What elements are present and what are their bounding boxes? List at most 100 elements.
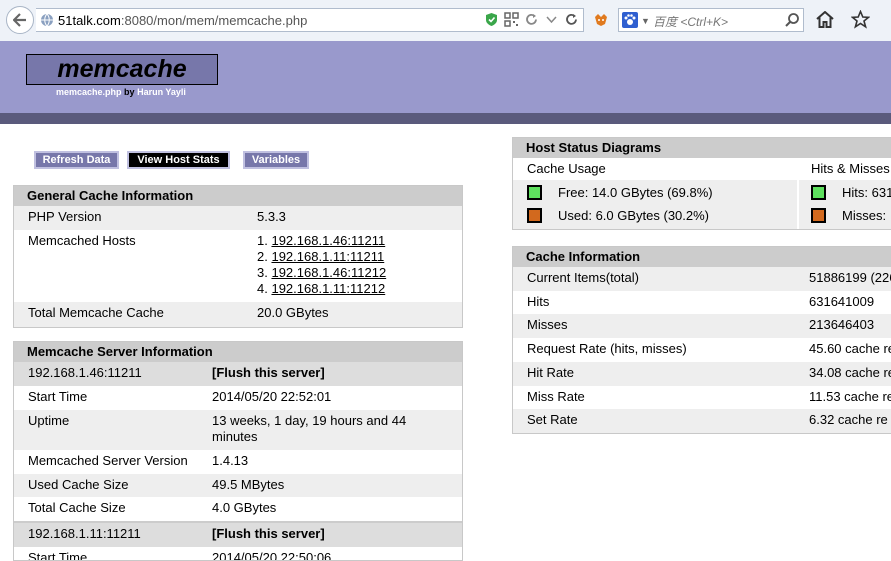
start-time-value: 2014/05/20 22:50:06	[212, 550, 332, 561]
hosts-list: 1. 192.168.1.46:11211 2. 192.168.1.11:11…	[257, 233, 386, 297]
back-arrow-icon	[13, 13, 26, 27]
server-host: 192.168.1.46:11211	[28, 365, 142, 380]
start-time-label: Start Time	[28, 389, 88, 404]
url-text: 51talk.com:8080/mon/mem/memcache.php	[58, 13, 308, 28]
free-legend: Free: 14.0 GBytes (69.8%)	[558, 185, 713, 200]
table-row: Miss Rate 11.53 cache re	[513, 385, 891, 410]
php-version-label: PHP Version	[28, 209, 102, 224]
reload-icon[interactable]	[524, 12, 539, 27]
back-button[interactable]	[6, 6, 34, 34]
diagram-header-row: Cache Usage Hits & Misses	[513, 158, 891, 180]
table-row: Request Rate (hits, misses) 45.60 cache r…	[513, 338, 891, 363]
used-cache-value: 49.5 MBytes	[212, 477, 285, 492]
refresh-icon[interactable]	[564, 12, 579, 27]
table-row: Total Memcache Cache 20.0 GBytes	[14, 302, 462, 327]
table-row: Hits 631641009	[513, 290, 891, 315]
misses-legend: Misses:	[842, 208, 887, 223]
server-version-value: 1.4.13	[212, 453, 249, 468]
table-row: Hit Rate 34.08 cache re	[513, 361, 891, 386]
logo: memcache	[26, 54, 218, 85]
cache-info-value: 6.32 cache re	[809, 412, 888, 428]
search-icon[interactable]	[784, 12, 800, 28]
qr-code-icon[interactable]	[504, 12, 519, 27]
cache-info-label: Misses	[527, 317, 568, 333]
memcached-hosts-label: Memcached Hosts	[28, 233, 136, 248]
hits-swatch	[811, 185, 826, 200]
cache-info-value: 45.60 cache re	[809, 341, 891, 357]
general-cache-info-title: General Cache Information	[14, 186, 462, 206]
host-link[interactable]: 192.168.1.46:11212	[271, 265, 386, 280]
cache-info-label: Miss Rate	[527, 388, 585, 404]
table-row: Start Time 2014/05/20 22:52:01	[14, 386, 462, 410]
engine-dropdown-icon[interactable]: ▼	[641, 16, 650, 26]
browser-toolbar: 51talk.com:8080/mon/mem/memcache.php ▼ 百…	[0, 0, 891, 42]
free-swatch	[527, 185, 542, 200]
variables-button[interactable]: Variables	[243, 151, 309, 169]
table-row: Uptime 13 weeks, 1 day, 19 hours and 44 …	[14, 410, 462, 450]
refresh-data-button[interactable]: Refresh Data	[34, 151, 119, 169]
host-link[interactable]: 192.168.1.11:11212	[271, 281, 385, 296]
start-time-label: Start Time	[28, 550, 88, 561]
php-version-value: 5.3.3	[257, 209, 286, 224]
flush-server-link[interactable]: [Flush this server]	[212, 526, 325, 541]
host-status-diagrams-table: Host Status Diagrams Cache Usage Hits & …	[512, 137, 891, 230]
search-box[interactable]: ▼ 百度 <Ctrl+K>	[618, 8, 804, 32]
cache-info-label: Set Rate	[527, 412, 578, 428]
host-item: 4. 192.168.1.11:11212	[257, 281, 386, 296]
cache-info-table: Cache Information Current Items(total) 51…	[512, 246, 891, 434]
cache-info-value: 631641009	[809, 293, 875, 309]
hits-misses-label: Hits & Misses	[811, 161, 890, 176]
host-item: 3. 192.168.1.46:11212	[257, 265, 387, 280]
total-cache-label: Total Cache Size	[28, 500, 126, 515]
total-memcache-label: Total Memcache Cache	[28, 305, 164, 320]
search-input[interactable]: 百度 <Ctrl+K>	[653, 13, 728, 30]
start-time-value: 2014/05/20 22:52:01	[212, 389, 332, 404]
uptime-value: 13 weeks, 1 day, 19 hours and 44 minutes	[212, 413, 407, 444]
host-link[interactable]: 192.168.1.46:11211	[271, 233, 385, 248]
used-legend: Used: 6.0 GBytes (30.2%)	[558, 208, 710, 223]
hits-legend: Hits: 631	[842, 185, 891, 200]
host-item: 1. 192.168.1.46:11211	[257, 233, 386, 248]
table-row: Total Cache Size 4.0 GBytes	[14, 497, 462, 521]
address-bar[interactable]: 51talk.com:8080/mon/mem/memcache.php	[36, 8, 584, 32]
cache-info-label: Hit Rate	[527, 364, 574, 380]
table-row: Used Cache Size 49.5 MBytes	[14, 474, 462, 497]
home-icon[interactable]	[816, 11, 834, 28]
cache-info-value: 51886199 (226	[809, 270, 891, 285]
host-item: 2. 192.168.1.11:11211	[257, 249, 385, 264]
cache-info-label: Current Items(total)	[527, 270, 639, 285]
cache-info-title: Cache Information	[513, 247, 891, 267]
diagram-legend-row: Free: 14.0 GBytes (69.8%) Used: 6.0 GByt…	[513, 180, 891, 229]
header-divider	[0, 113, 891, 124]
server-host: 192.168.1.11:11211	[28, 526, 141, 541]
host-status-diagrams-title: Host Status Diagrams	[513, 138, 891, 158]
server-info-table: Memcache Server Information 192.168.1.46…	[13, 341, 463, 561]
used-cache-label: Used Cache Size	[28, 477, 129, 492]
cache-usage-label: Cache Usage	[527, 161, 606, 176]
fox-icon[interactable]	[593, 12, 609, 28]
table-row: Misses 213646403	[513, 314, 891, 339]
table-row: Memcached Server Version 1.4.13	[14, 450, 462, 474]
column-divider	[797, 180, 799, 229]
baidu-paw-icon[interactable]	[622, 12, 638, 28]
view-host-stats-button[interactable]: View Host Stats	[127, 151, 230, 169]
host-link[interactable]: 192.168.1.11:11211	[271, 249, 384, 264]
cache-info-label: Request Rate (hits, misses)	[527, 341, 687, 357]
bookmark-star-icon[interactable]	[851, 10, 870, 29]
table-row: Set Rate 6.32 cache re	[513, 409, 891, 433]
dropdown-arrow-icon[interactable]	[544, 12, 559, 27]
table-row: 192.168.1.46:11211 [Flush this server]	[14, 362, 462, 386]
table-row: Start Time 2014/05/20 22:50:06	[14, 547, 462, 561]
used-swatch	[527, 208, 542, 223]
table-row: Current Items(total) 51886199 (226	[513, 267, 891, 291]
cache-info-label: Hits	[527, 293, 550, 309]
table-row: PHP Version 5.3.3	[14, 206, 462, 230]
misses-swatch	[811, 208, 826, 223]
general-cache-info-table: General Cache Information PHP Version 5.…	[13, 185, 463, 328]
cache-info-value: 11.53 cache re	[809, 388, 891, 404]
total-cache-value: 4.0 GBytes	[212, 500, 277, 515]
shield-icon[interactable]	[484, 12, 499, 27]
flush-server-link[interactable]: [Flush this server]	[212, 365, 325, 380]
cache-info-value: 34.08 cache re	[809, 364, 891, 380]
globe-icon	[41, 13, 53, 27]
